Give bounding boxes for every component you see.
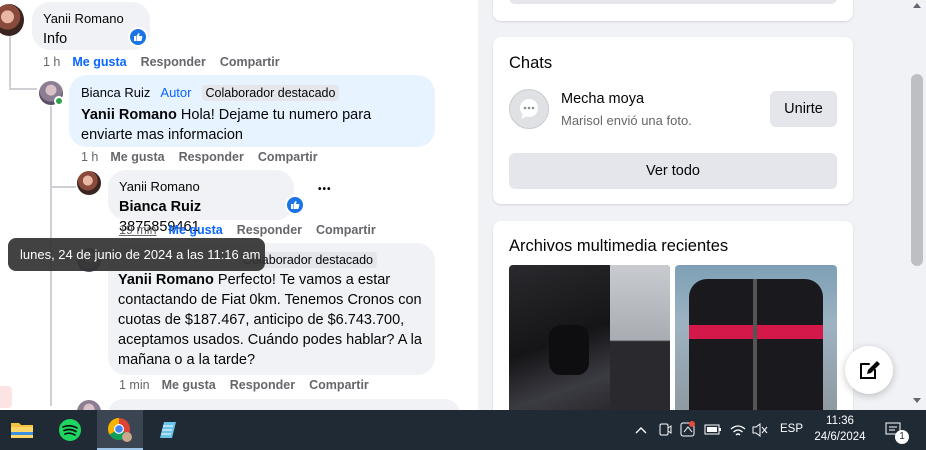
author-badge: Autor <box>160 85 192 100</box>
comment-bubble <box>108 399 460 410</box>
reply-button[interactable]: Responder <box>179 150 244 164</box>
chats-title: Chats <box>509 54 553 72</box>
compose-icon <box>860 361 880 379</box>
folder-icon <box>11 423 33 438</box>
comment-actions: 1 h Me gusta Responder Compartir <box>81 150 332 164</box>
like-button[interactable]: Me gusta <box>162 378 216 392</box>
avatar[interactable] <box>77 400 101 410</box>
reply-button[interactable]: Responder <box>141 55 206 69</box>
share-button[interactable]: Compartir <box>220 55 280 69</box>
comment-time[interactable]: 1 min <box>119 378 150 392</box>
battery-icon[interactable] <box>702 410 724 450</box>
chrome-app[interactable] <box>97 410 143 450</box>
like-button[interactable]: Me gusta <box>72 55 126 69</box>
mention-link[interactable]: Yanii Romano <box>118 272 214 288</box>
page-scrollbar[interactable] <box>908 0 926 410</box>
meet-icon[interactable] <box>657 410 673 450</box>
thread-line <box>50 186 76 188</box>
left-edge-marker <box>0 386 12 408</box>
spotify-app[interactable] <box>48 410 92 450</box>
taskbar: ESP 11:36 24/6/2024 1 <box>0 410 926 450</box>
avatar[interactable] <box>0 4 24 36</box>
chevron-up-icon[interactable] <box>634 410 648 450</box>
thread-line <box>9 36 11 88</box>
online-status-icon <box>54 96 64 106</box>
comment-text: Info <box>43 31 68 47</box>
comment-author[interactable]: Bianca Ruiz <box>81 85 150 100</box>
mention-link[interactable]: Bianca Ruiz <box>119 199 201 215</box>
scroll-up-icon[interactable] <box>913 3 921 8</box>
media-title: Archivos multimedia recientes <box>509 237 729 255</box>
comment-actions: 1 h Me gusta Responder Compartir <box>43 55 294 69</box>
mention-link[interactable]: Yanii Romano <box>81 107 177 123</box>
timestamp-tooltip: lunes, 24 de junio de 2024 a las 11:16 a… <box>8 238 265 271</box>
media-photo[interactable] <box>675 265 837 415</box>
clock-date: 24/6/2024 <box>814 431 866 443</box>
wifi-icon[interactable] <box>729 410 747 450</box>
notepad-app[interactable] <box>146 410 190 450</box>
share-button[interactable]: Compartir <box>309 378 369 392</box>
new-message-button[interactable] <box>845 346 893 394</box>
comments-pane: Yanii Romano Info 1 h Me gusta Responder Co… <box>0 0 478 410</box>
comment-time[interactable]: 19 min <box>119 223 157 237</box>
chat-group-icon <box>509 89 549 129</box>
comment-author[interactable]: Yanii Romano <box>119 177 283 197</box>
see-all-button[interactable]: Ver todo <box>509 153 837 189</box>
media-photo[interactable] <box>509 265 670 415</box>
like-reaction-icon[interactable] <box>285 195 305 215</box>
comment-actions: 19 min Me gusta Responder Compartir <box>119 223 390 237</box>
recent-media-card: Archivos multimedia recientes <box>493 221 853 421</box>
join-button[interactable]: Unirte <box>770 91 837 127</box>
more-options-icon[interactable]: ••• <box>318 184 332 195</box>
chrome-icon <box>108 418 132 442</box>
comment-time[interactable]: 1 h <box>43 55 60 69</box>
top-contributor-badge: Colaborador destacado <box>201 85 340 101</box>
clock-time: 11:36 <box>826 415 854 427</box>
notification-count-badge: 1 <box>895 430 909 444</box>
onedrive-sync-icon[interactable] <box>679 410 697 450</box>
comment-time[interactable]: 1 h <box>81 150 98 164</box>
avatar[interactable] <box>77 171 101 195</box>
scroll-down-icon[interactable] <box>913 398 921 403</box>
chat-preview: Marisol envió una foto. <box>561 113 692 128</box>
like-button[interactable]: Me gusta <box>110 150 164 164</box>
comment-bubble: Bianca Ruiz Autor Colaborador destacado … <box>69 75 435 147</box>
volume-muted-icon[interactable] <box>751 410 769 450</box>
like-reaction-icon[interactable] <box>128 27 148 47</box>
top-card <box>493 0 853 21</box>
file-explorer-app[interactable] <box>0 410 44 450</box>
system-tray: ESP 11:36 24/6/2024 1 <box>630 410 926 450</box>
share-button[interactable]: Compartir <box>258 150 318 164</box>
thread-line <box>9 88 37 90</box>
like-button[interactable]: Me gusta <box>169 223 223 237</box>
chat-name: Mecha moya <box>561 91 645 107</box>
reply-button[interactable]: Responder <box>230 378 295 392</box>
notepad-icon <box>160 422 176 438</box>
scroll-thumb[interactable] <box>911 74 923 266</box>
reply-button[interactable]: Responder <box>237 223 302 237</box>
comment-actions: 1 min Me gusta Responder Compartir <box>119 378 383 392</box>
chats-card: Chats Mecha moya Marisol envió una foto.… <box>493 37 853 204</box>
clock[interactable]: 11:36 24/6/2024 <box>806 413 874 445</box>
comment-bubble: Yanii Romano Bianca Ruiz 3875859461 <box>108 170 294 235</box>
language-indicator[interactable]: ESP <box>780 423 803 435</box>
comment-author[interactable]: Yanii Romano <box>43 9 139 29</box>
spotify-icon <box>59 419 81 441</box>
share-button[interactable]: Compartir <box>316 223 376 237</box>
